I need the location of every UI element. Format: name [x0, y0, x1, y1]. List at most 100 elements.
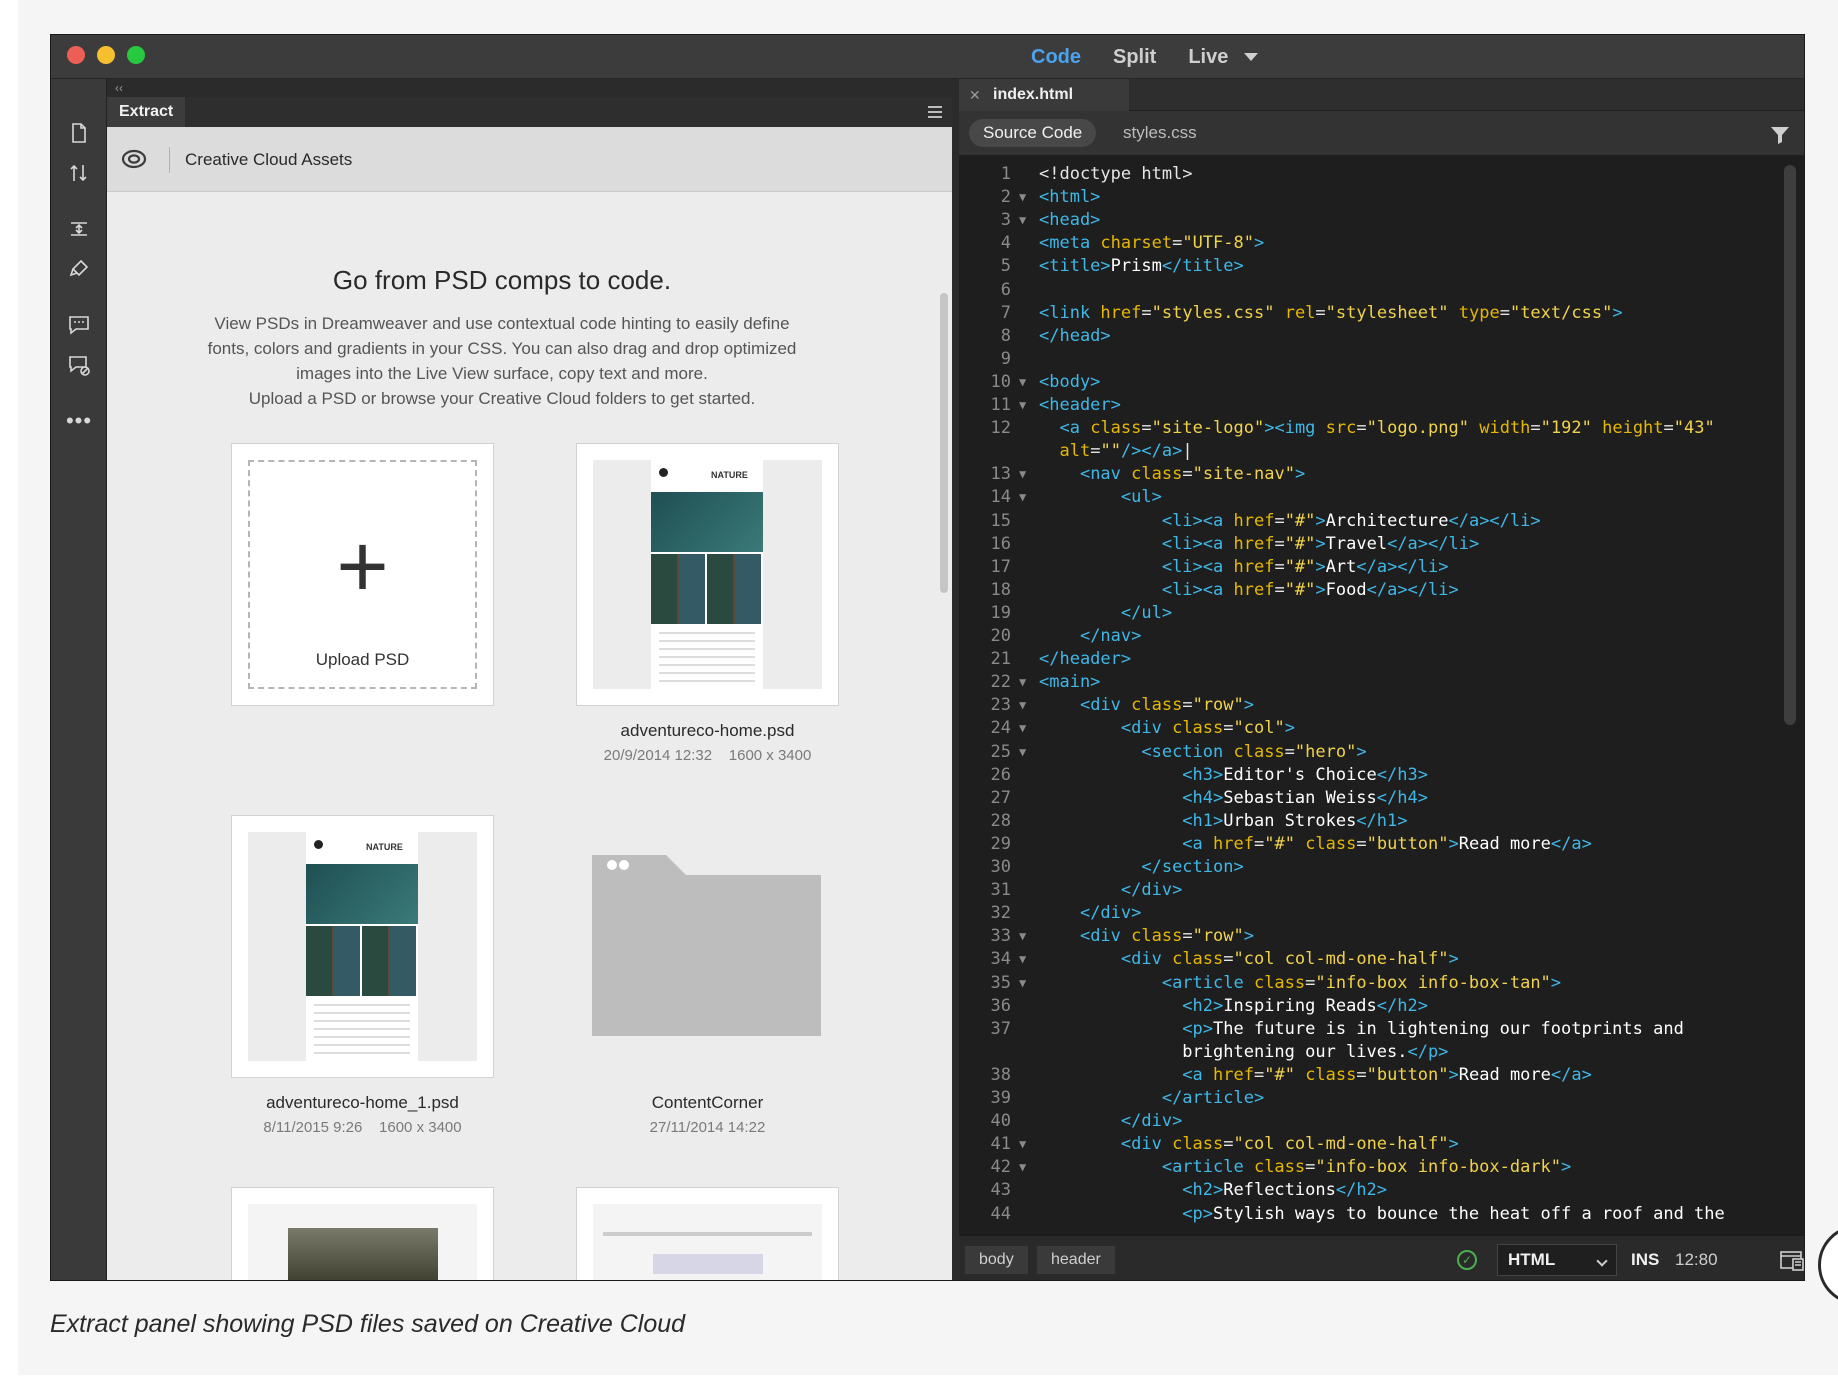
fold-toggle-icon[interactable]: ▼: [1019, 972, 1026, 995]
fold-toggle-icon[interactable]: ▼: [1019, 1133, 1026, 1156]
document-tab[interactable]: ✕ index.html: [959, 79, 1129, 111]
code-line[interactable]: 9: [959, 348, 1804, 371]
fold-toggle-icon[interactable]: ▼: [1019, 463, 1026, 486]
close-tab-icon[interactable]: ✕: [969, 79, 981, 111]
fold-toggle-icon[interactable]: ▼: [1019, 1156, 1026, 1179]
code-line[interactable]: 11 ▼ <header>: [959, 394, 1804, 417]
new-file-icon[interactable]: [65, 119, 93, 147]
code-line[interactable]: 21 </header>: [959, 648, 1804, 671]
remove-comment-icon[interactable]: [65, 351, 93, 379]
code-line[interactable]: 32 </div>: [959, 902, 1804, 925]
code-line[interactable]: 42 ▼ <article class="info-box info-box-da…: [959, 1156, 1804, 1179]
tag-selector-body[interactable]: body: [965, 1246, 1028, 1274]
tag-selector-header[interactable]: header: [1037, 1246, 1115, 1274]
assets-scroll-area[interactable]: Go from PSD comps to code. View PSDs in …: [107, 193, 952, 1280]
fold-toggle-icon[interactable]: ▼: [1019, 671, 1026, 694]
fold-toggle-icon[interactable]: ▼: [1019, 717, 1026, 740]
code-line[interactable]: 36 <h2>Inspiring Reads</h2>: [959, 995, 1804, 1018]
psd-card[interactable]: NATURE: [231, 815, 494, 1078]
fold-toggle-icon[interactable]: ▼: [1019, 209, 1026, 232]
code-line[interactable]: 26 <h3>Editor's Choice</h3>: [959, 764, 1804, 787]
code-line[interactable]: 31 </div>: [959, 879, 1804, 902]
code-line[interactable]: 4 <meta charset="UTF-8">: [959, 232, 1804, 255]
source-code-tab[interactable]: Source Code: [969, 119, 1097, 147]
fold-toggle-icon[interactable]: ▼: [1019, 394, 1026, 417]
code-view-button[interactable]: Code: [1031, 46, 1081, 69]
code-line[interactable]: 28 <h1>Urban Strokes</h1>: [959, 810, 1804, 833]
realtime-preview-icon[interactable]: [1779, 1248, 1805, 1272]
filter-icon[interactable]: [1770, 125, 1790, 145]
get-put-files-icon[interactable]: [65, 159, 93, 187]
upload-psd-card[interactable]: + Upload PSD: [231, 443, 494, 706]
code-line[interactable]: 39 </article>: [959, 1087, 1804, 1110]
code-line[interactable]: 10 ▼ <body>: [959, 371, 1804, 394]
panel-menu-icon[interactable]: [928, 106, 942, 118]
code-line[interactable]: 29 <a href="#" class="button">Read more<…: [959, 833, 1804, 856]
split-view-button[interactable]: Split: [1113, 46, 1156, 69]
code-line[interactable]: 40 </div>: [959, 1110, 1804, 1133]
code-line[interactable]: 7 <link href="styles.css" rel="stylesheet…: [959, 302, 1804, 325]
code-line[interactable]: 22 ▼ <main>: [959, 671, 1804, 694]
document-type-select[interactable]: HTML: [1497, 1244, 1617, 1276]
code-line[interactable]: 24 ▼ <div class="col">: [959, 717, 1804, 740]
code-line[interactable]: 43 <h2>Reflections</h2>: [959, 1179, 1804, 1202]
fold-toggle-icon[interactable]: ▼: [1019, 371, 1026, 394]
code-line[interactable]: 17 <li><a href="#">Art</a></li>: [959, 556, 1804, 579]
code-line[interactable]: 13 ▼ <nav class="site-nav">: [959, 463, 1804, 486]
expand-collapse-icon[interactable]: [65, 215, 93, 243]
code-line[interactable]: 8 </head>: [959, 325, 1804, 348]
code-line[interactable]: 37 <p>The future is in lightening our fo…: [959, 1018, 1804, 1041]
code-line[interactable]: 3 ▼ <head>: [959, 209, 1804, 232]
format-source-icon[interactable]: [65, 255, 93, 283]
code-line[interactable]: 38 <a href="#" class="button">Read more<…: [959, 1064, 1804, 1087]
code-line[interactable]: 6: [959, 279, 1804, 302]
code-line[interactable]: 16 <li><a href="#">Travel</a></li>: [959, 533, 1804, 556]
folder-card[interactable]: [576, 815, 839, 1078]
linting-ok-icon[interactable]: ✓: [1457, 1250, 1477, 1270]
code-line[interactable]: 27 <h4>Sebastian Weiss</h4>: [959, 787, 1804, 810]
minimize-window-button[interactable]: [97, 46, 115, 64]
maximize-window-button[interactable]: [127, 46, 145, 64]
fold-toggle-icon[interactable]: ▼: [1019, 925, 1026, 948]
fold-toggle-icon[interactable]: ▼: [1019, 694, 1026, 717]
psd-card[interactable]: [576, 1187, 839, 1280]
fold-toggle-icon[interactable]: ▼: [1019, 741, 1026, 764]
code-line[interactable]: 19 </ul>: [959, 602, 1804, 625]
line-number: 37: [990, 1018, 1011, 1039]
fold-toggle-icon[interactable]: ▼: [1019, 186, 1026, 209]
code-line[interactable]: 34 ▼ <div class="col col-md-one-half">: [959, 948, 1804, 971]
extract-tab[interactable]: Extract: [107, 97, 185, 127]
code-line[interactable]: 25 ▼ <section class="hero">: [959, 741, 1804, 764]
code-line[interactable]: 14 ▼ <ul>: [959, 486, 1804, 509]
code-line[interactable]: 44 <p>Stylish ways to bounce the heat of…: [959, 1203, 1804, 1226]
psd-card[interactable]: NATURE: [576, 443, 839, 706]
assets-scrollbar[interactable]: [940, 293, 948, 593]
code-line[interactable]: 35 ▼ <article class="info-box info-box-ta…: [959, 972, 1804, 995]
code-line[interactable]: 2 ▼ <html>: [959, 186, 1804, 209]
code-line[interactable]: 20 </nav>: [959, 625, 1804, 648]
code-line[interactable]: alt=""/></a>|: [959, 440, 1804, 463]
code-line[interactable]: 30 </section>: [959, 856, 1804, 879]
related-file-tab[interactable]: styles.css: [1123, 119, 1197, 147]
comment-icon[interactable]: [65, 311, 93, 339]
code-line[interactable]: brightening our lives.</p>: [959, 1041, 1804, 1064]
line-number: 29: [990, 833, 1011, 854]
psd-card[interactable]: [231, 1187, 494, 1280]
more-icon[interactable]: •••: [65, 407, 93, 435]
live-view-button[interactable]: Live: [1188, 46, 1228, 69]
code-line[interactable]: 12 <a class="site-logo"><img src="logo.p…: [959, 417, 1804, 440]
fold-toggle-icon[interactable]: ▼: [1019, 948, 1026, 971]
close-window-button[interactable]: [67, 46, 85, 64]
code-line[interactable]: 1 <!doctype html>: [959, 163, 1804, 186]
code-line[interactable]: 41 ▼ <div class="col col-md-one-half">: [959, 1133, 1804, 1156]
collapse-panel-icon[interactable]: ‹‹: [115, 81, 123, 95]
fold-toggle-icon[interactable]: ▼: [1019, 486, 1026, 509]
code-editor[interactable]: 1 <!doctype html> 2 ▼ <html> 3 ▼ <head> 4 <meta c…: [959, 155, 1804, 1235]
code-line[interactable]: 15 <li><a href="#">Architecture</a></li>: [959, 510, 1804, 533]
code-line[interactable]: 33 ▼ <div class="row">: [959, 925, 1804, 948]
live-view-dropdown-icon[interactable]: [1244, 53, 1259, 61]
code-line[interactable]: 23 ▼ <div class="row">: [959, 694, 1804, 717]
upload-dropzone[interactable]: + Upload PSD: [248, 460, 477, 689]
code-line[interactable]: 5 <title>Prism</title>: [959, 255, 1804, 278]
code-line[interactable]: 18 <li><a href="#">Food</a></li>: [959, 579, 1804, 602]
